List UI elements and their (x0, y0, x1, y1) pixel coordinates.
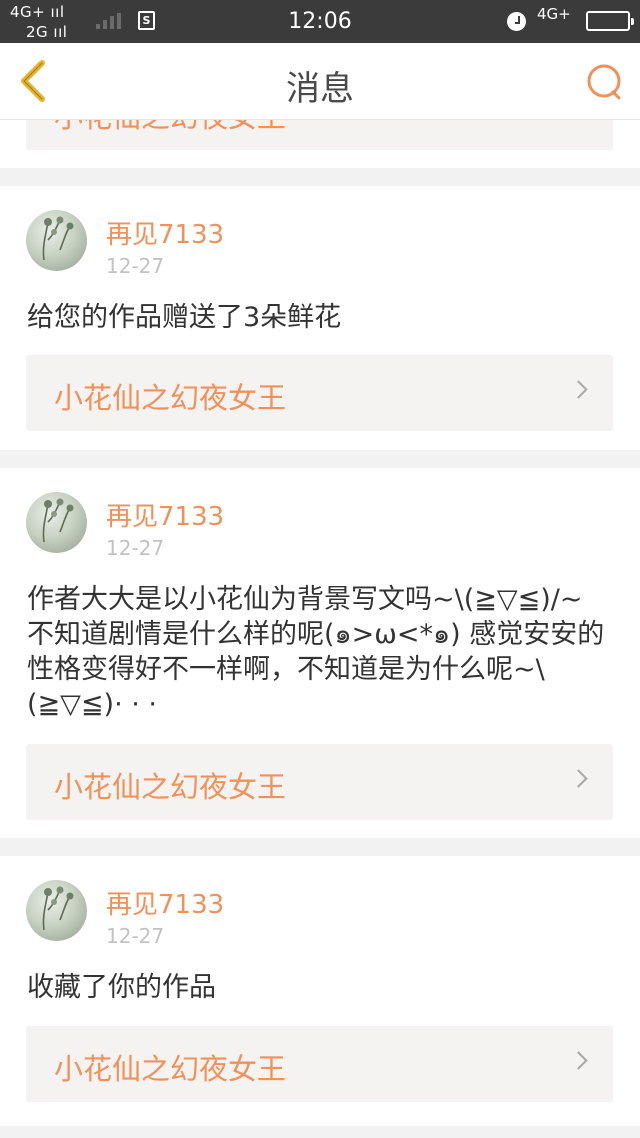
battery-icon (586, 11, 634, 31)
username[interactable]: 再见7133 (106, 884, 224, 921)
timestamp: 12-27 (106, 924, 165, 948)
message-card: 再见7133 12-27 收藏了你的作品 小花仙之幻夜女王 (0, 856, 640, 1126)
status-bar: 4G+ ııl 2G ııl S 12:06 4G+ (0, 0, 640, 43)
chevron-right-icon (569, 1051, 588, 1070)
page-title: 消息 (286, 69, 354, 109)
work-title: 小花仙之幻夜女王 (54, 120, 286, 136)
work-link[interactable]: 小花仙之幻夜女王 (26, 355, 613, 431)
message-card: 再见7133 12-27 给您的作品赠送了3朵鲜花 小花仙之幻夜女王 (0, 186, 640, 450)
chevron-right-icon (569, 380, 588, 399)
work-link[interactable]: 小花仙之幻夜女王 (26, 744, 613, 820)
avatar-image (42, 498, 74, 543)
avatar-image (42, 886, 74, 931)
message-text: 给您的作品赠送了3朵鲜花 (27, 302, 342, 333)
chevron-right-icon (569, 769, 588, 788)
nav-bar: 消息 (0, 43, 640, 120)
avatar-image (42, 216, 74, 261)
message-text: 收藏了你的作品 (27, 972, 216, 1003)
message-text: 作者大大是以小花仙为背景写文吗~\(≧▽≦)/~不知道剧情是什么样的呢(๑>ω<… (27, 584, 605, 720)
work-link[interactable]: 小花仙之幻夜女王 (26, 120, 613, 150)
avatar[interactable] (26, 880, 87, 941)
search-button[interactable] (584, 61, 626, 103)
message-card: 再见7133 12-27 作者大大是以小花仙为背景写文吗~\(≧▽≦)/~不知道… (0, 468, 640, 838)
alarm-icon (507, 12, 526, 31)
username[interactable]: 再见7133 (106, 214, 224, 251)
work-title: 小花仙之幻夜女王 (54, 1052, 287, 1086)
timestamp: 12-27 (106, 254, 165, 278)
avatar[interactable] (26, 210, 87, 271)
work-title: 小花仙之幻夜女王 (54, 381, 287, 415)
username[interactable]: 再见7133 (106, 496, 224, 533)
work-link[interactable]: 小花仙之幻夜女王 (26, 1026, 613, 1102)
message-list[interactable]: 小花仙之幻夜女王 再见7133 12-27 给您的作品赠送了3朵鲜花 小花仙之幻… (0, 120, 640, 1138)
network-indicator-right: 4G+ (537, 5, 571, 23)
avatar[interactable] (26, 492, 87, 553)
work-title: 小花仙之幻夜女王 (54, 770, 287, 804)
timestamp: 12-27 (106, 536, 165, 560)
search-icon (587, 64, 621, 100)
message-card-partial: 小花仙之幻夜女王 (0, 120, 640, 168)
